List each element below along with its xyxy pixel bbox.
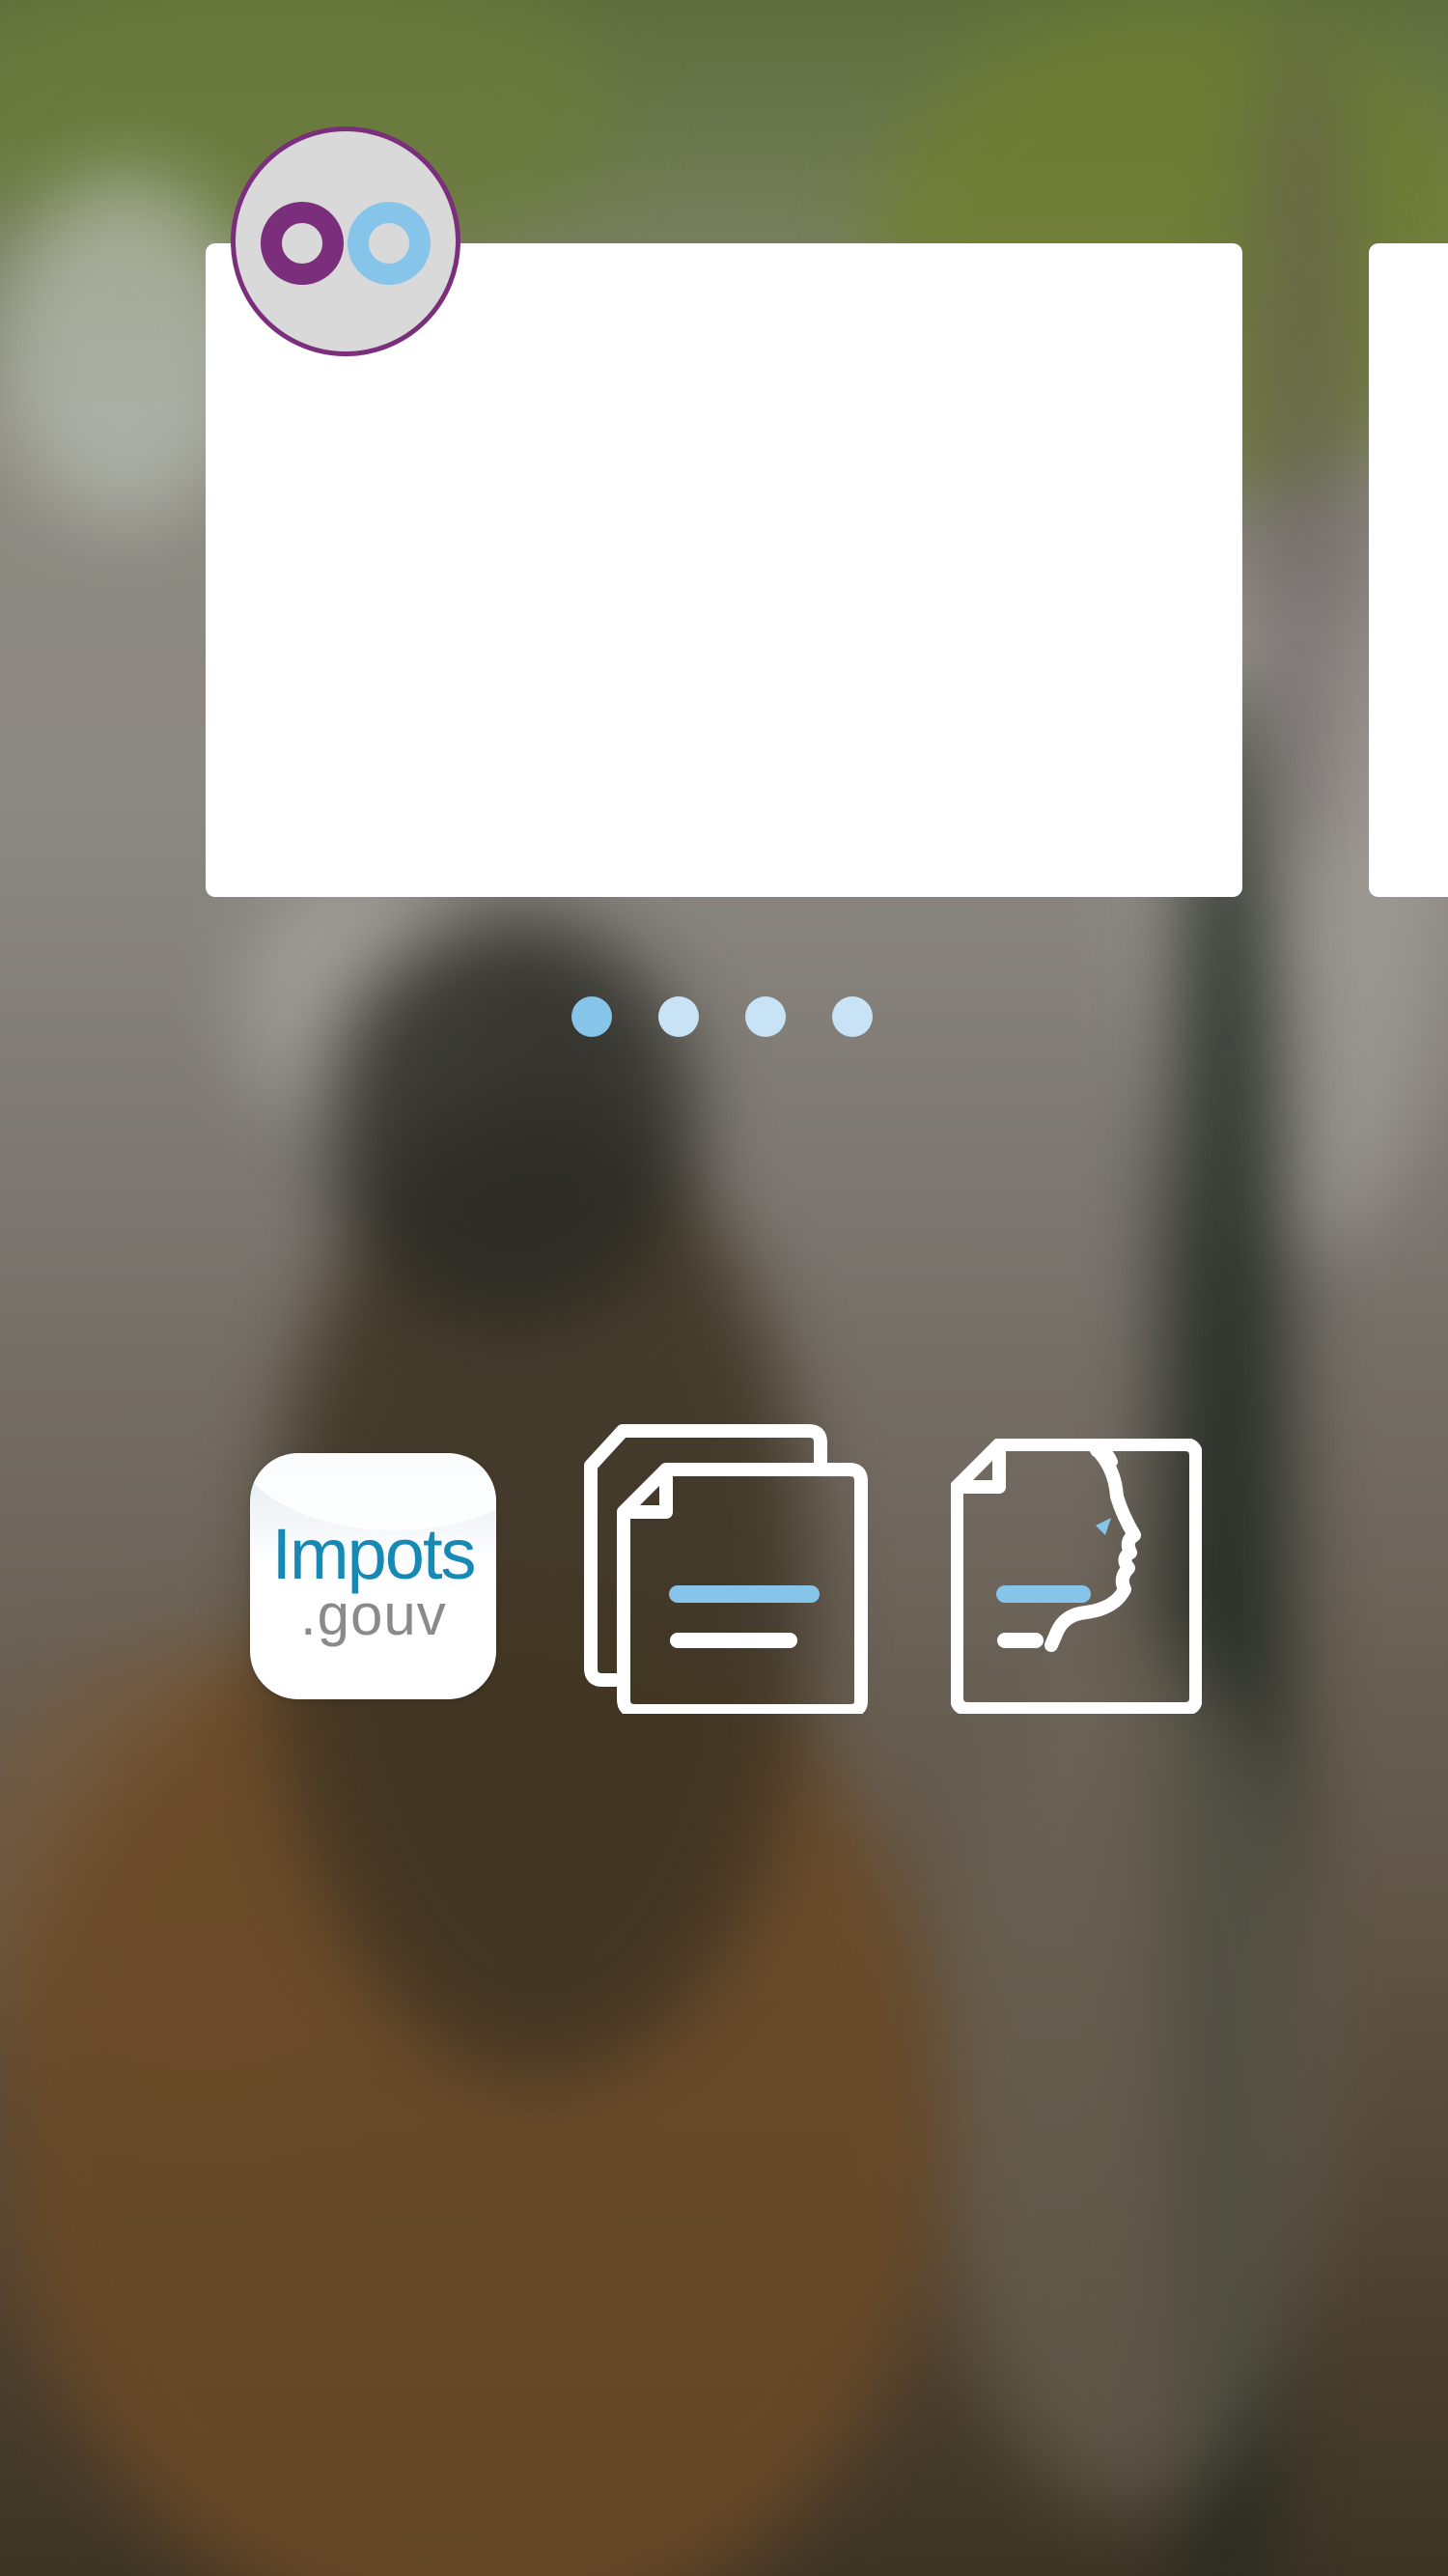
next-carousel-card[interactable] [1369,243,1448,897]
impots-subtitle: .gouv [300,1582,447,1647]
document-with-face-icon[interactable] [951,1439,1202,1714]
carousel-dot-2[interactable] [658,996,699,1037]
impots-gouv-app-icon[interactable]: Impots .gouv [250,1453,496,1699]
app-shortcuts: Impots .gouv [0,1400,1448,1719]
app-logo-avatar[interactable] [231,126,460,356]
carousel-dot-3[interactable] [745,996,786,1037]
documents-icon[interactable] [579,1400,869,1714]
carousel-dot-1[interactable] [571,996,612,1037]
oo-logo-icon [261,202,431,285]
carousel-pagination [204,996,1240,1037]
impots-title: Impots [271,1514,476,1594]
carousel-dot-4[interactable] [832,996,873,1037]
